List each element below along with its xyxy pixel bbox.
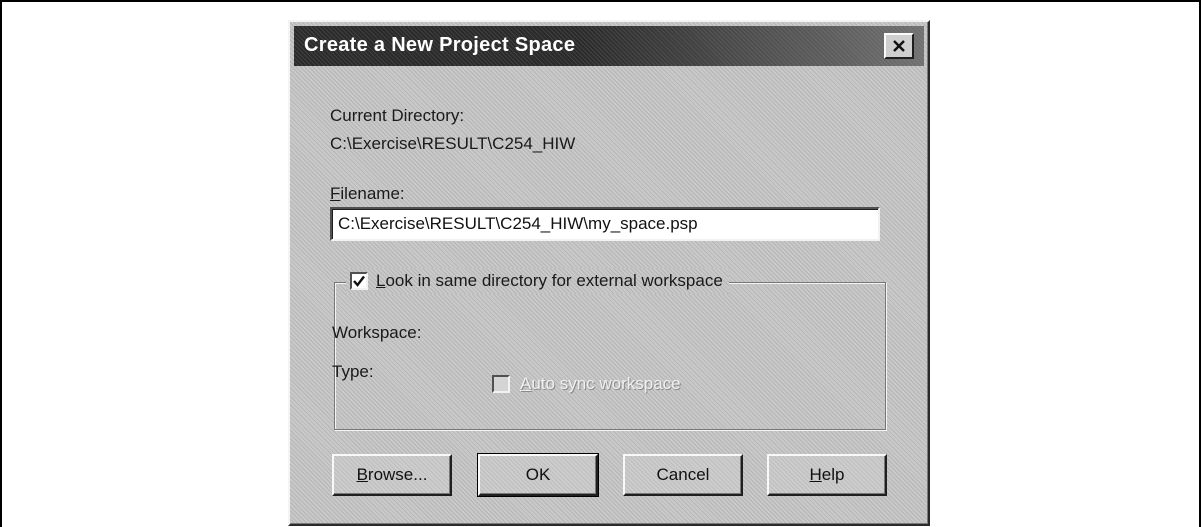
external-workspace-group [334, 282, 886, 430]
auto-sync-workspace-checkbox [492, 375, 510, 393]
checkmark-icon [353, 275, 365, 287]
dialog-titlebar[interactable]: Create a New Project Space [294, 26, 924, 66]
create-project-space-dialog: Create a New Project Space Current Direc… [288, 20, 930, 526]
help-mnemonic: H [809, 465, 822, 484]
help-label-rest: elp [821, 465, 845, 484]
auto-sync-workspace-label: Auto sync workspace [520, 374, 681, 394]
close-x-icon [893, 40, 905, 52]
dialog-title: Create a New Project Space [304, 34, 576, 56]
filename-label: Filename: [330, 184, 405, 204]
look-in-same-directory-label: Look in same directory for external work… [376, 271, 723, 291]
close-button[interactable] [884, 33, 914, 59]
cancel-button[interactable]: Cancel [623, 454, 743, 496]
filename-input[interactable] [330, 207, 880, 241]
browse-button[interactable]: Browse... [332, 454, 452, 496]
workspace-label: Workspace: [332, 323, 422, 342]
ok-button[interactable]: OK [477, 453, 599, 497]
auto-sync-mnemonic: A [520, 374, 532, 393]
help-button[interactable]: Help [767, 454, 887, 496]
look-in-same-directory-checkbox[interactable] [350, 272, 368, 290]
type-label: Type: [332, 362, 374, 381]
browse-label-rest: rowse... [367, 465, 428, 484]
browse-mnemonic: B [356, 465, 368, 484]
filename-mnemonic: F [330, 184, 341, 203]
look-in-same-directory-checkbox-row[interactable]: Look in same directory for external work… [346, 268, 729, 294]
current-directory-label: Current Directory: [330, 106, 465, 125]
auto-sync-workspace-row: Auto sync workspace [492, 374, 681, 394]
look-in-label-rest: ook in same directory for external works… [385, 271, 723, 290]
filename-label-rest: ilename: [340, 184, 405, 203]
auto-sync-label-rest: uto sync workspace [531, 374, 681, 393]
current-directory-value: C:\Exercise\RESULT\C254_HIW [330, 134, 576, 153]
